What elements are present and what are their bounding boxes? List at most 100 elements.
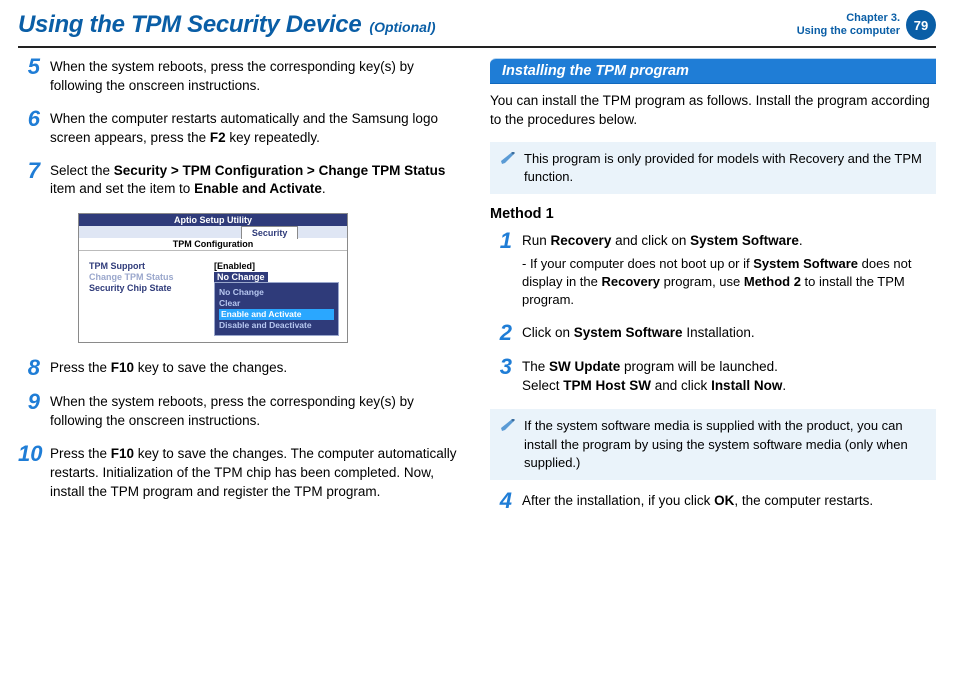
step-text: After the installation, if you click (522, 493, 714, 508)
bios-row-tpm-support: TPM Support [Enabled] (89, 261, 339, 271)
step-body: Press the F10 key to save the changes. (50, 359, 287, 379)
note-box-recovery: This program is only provided for models… (490, 142, 936, 194)
step-text: Installation. (683, 325, 755, 340)
step-bold: F10 (111, 360, 134, 375)
section-banner-install: Installing the TPM program (490, 58, 936, 84)
method1-step-2: 2 Click on System Software Installation. (490, 324, 936, 344)
step-bold: F2 (210, 130, 226, 145)
method-heading: Method 1 (490, 206, 936, 222)
bios-tab-security: Security (241, 226, 299, 239)
step-text: program will be launched. (620, 359, 778, 374)
bios-popup: No Change Clear Enable and Activate Disa… (214, 282, 339, 336)
bios-popup-option: No Change (219, 287, 264, 297)
step-line2: Select TPM Host SW and click Install Now… (522, 377, 786, 396)
bios-popup-option-selected: Enable and Activate (219, 309, 334, 320)
step-8: 8 Press the F10 key to save the changes. (18, 359, 464, 379)
step-text: key repeatedly. (226, 130, 320, 145)
page-title-optional: (Optional) (369, 19, 435, 35)
method1-step-1: 1 Run Recovery and click on System Softw… (490, 232, 936, 309)
step-text: . (799, 233, 803, 248)
step-body: Press the F10 key to save the changes. T… (50, 445, 464, 502)
bios-subtitle: TPM Configuration (79, 238, 347, 251)
step-text: and click on (611, 233, 690, 248)
pencil-note-icon (500, 152, 516, 164)
step-text: When the system reboots, press the corre… (50, 59, 414, 93)
step-bold: F10 (111, 446, 134, 461)
step-bold: Enable and Activate (194, 181, 322, 196)
step-text: Click on (522, 325, 574, 340)
step-text: When the system reboots, press the corre… (50, 394, 414, 428)
step-bold: Recovery (551, 233, 612, 248)
step-text: The (522, 359, 549, 374)
step-number: 3 (490, 356, 512, 396)
step-text: program, use (660, 274, 744, 289)
content-columns: 5 When the system reboots, press the cor… (0, 58, 954, 544)
bios-label: Security Chip State (89, 283, 214, 293)
step-5: 5 When the system reboots, press the cor… (18, 58, 464, 96)
step-text: Press the (50, 360, 111, 375)
step-text: and click (651, 378, 711, 393)
bios-title: Aptio Setup Utility (79, 214, 347, 226)
step-number: 9 (18, 391, 40, 431)
step-text: Run (522, 233, 551, 248)
step-bold: System Software (690, 233, 799, 248)
step-text: key to save the changes. (134, 360, 287, 375)
step-body: Select the Security > TPM Configuration … (50, 162, 464, 200)
step-number: 1 (490, 230, 512, 309)
step-body: Click on System Software Installation. (522, 324, 755, 344)
step-text: - If your computer does not boot up or i… (522, 256, 753, 271)
step-bold: Install Now (711, 378, 782, 393)
step-bold: OK (714, 493, 734, 508)
bios-popup-option: Disable and Deactivate (219, 320, 312, 330)
step-line1: The SW Update program will be launched. (522, 358, 786, 377)
method1-step-4: 4 After the installation, if you click O… (490, 492, 936, 512)
page-number-badge: 79 (906, 10, 936, 40)
bios-label: Change TPM Status (89, 272, 214, 282)
step-text: . (782, 378, 786, 393)
step-number: 6 (18, 108, 40, 148)
step-bold: System Software (753, 256, 858, 271)
chapter-block: Chapter 3. Using the computer 79 (797, 10, 936, 40)
chapter-line1: Chapter 3. (797, 12, 900, 25)
section-intro: You can install the TPM program as follo… (490, 92, 936, 130)
step-number: 5 (18, 56, 40, 96)
note-text: If the system software media is supplied… (524, 417, 926, 472)
bios-body: TPM Support [Enabled] Change TPM Status … (79, 251, 347, 342)
chapter-line2: Using the computer (797, 25, 900, 38)
step-bold: Method 2 (744, 274, 801, 289)
step-body: When the computer restarts automatically… (50, 110, 464, 148)
step-number: 7 (18, 160, 40, 200)
step-body: Run Recovery and click on System Softwar… (522, 232, 936, 309)
method1-step-3: 3 The SW Update program will be launched… (490, 358, 936, 396)
bios-tabbar: Security (79, 226, 347, 238)
bios-label: TPM Support (89, 261, 214, 271)
bios-value-wrap: No Change (214, 272, 268, 282)
bios-tab-spacer (298, 226, 347, 238)
step-number: 8 (18, 357, 40, 379)
step-text: Select the (50, 163, 114, 178)
left-column: 5 When the system reboots, press the cor… (18, 58, 464, 526)
note-text: This program is only provided for models… (524, 150, 926, 186)
step-10: 10 Press the F10 key to save the changes… (18, 445, 464, 502)
bios-screenshot: Aptio Setup Utility Security TPM Configu… (78, 213, 464, 343)
step-text: item and set the item to (50, 181, 194, 196)
step-number: 10 (18, 443, 40, 502)
chapter-text: Chapter 3. Using the computer (797, 12, 900, 38)
step-number: 4 (490, 490, 512, 512)
step-text: , the computer restarts. (734, 493, 873, 508)
bios-popup-option: Clear (219, 298, 240, 308)
page-title: Using the TPM Security Device (18, 11, 361, 39)
bios-row-change-status: Change TPM Status No Change (89, 272, 339, 282)
step-bold: Security > TPM Configuration > Change TP… (114, 163, 446, 178)
bios-window: Aptio Setup Utility Security TPM Configu… (78, 213, 348, 343)
step-body: When the system reboots, press the corre… (50, 393, 464, 431)
bios-value: [Enabled] (214, 261, 339, 271)
step-body: The SW Update program will be launched. … (522, 358, 786, 396)
step-body: When the system reboots, press the corre… (50, 58, 464, 96)
page-header: Using the TPM Security Device (Optional)… (0, 0, 954, 46)
step-body: After the installation, if you click OK,… (522, 492, 873, 512)
step-9: 9 When the system reboots, press the cor… (18, 393, 464, 431)
step-text: Select (522, 378, 563, 393)
step-7: 7 Select the Security > TPM Configuratio… (18, 162, 464, 200)
bios-tab-spacer (79, 226, 241, 238)
